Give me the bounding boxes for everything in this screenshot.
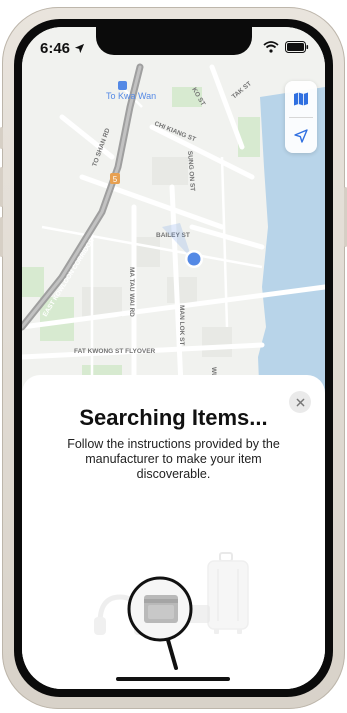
map-icon <box>294 92 308 106</box>
location-arrow-icon <box>74 43 85 54</box>
locate-me-button[interactable] <box>285 118 317 154</box>
map-mode-button[interactable] <box>285 81 317 117</box>
map-controls <box>285 81 317 153</box>
searching-items-sheet: Searching Items... Follow the instructio… <box>22 375 325 689</box>
searching-illustration <box>94 552 249 670</box>
suitcase-icon <box>207 552 249 634</box>
bezel: 5 To Kwa Wan CHI KIANG ST TO SHAN RD EAS… <box>14 19 333 697</box>
home-indicator <box>116 677 230 681</box>
magnifier-icon <box>127 576 193 670</box>
side-button-silent <box>0 127 3 149</box>
notch <box>96 27 252 55</box>
screen: 5 To Kwa Wan CHI KIANG ST TO SHAN RD EAS… <box>22 27 325 689</box>
sheet-title: Searching Items... <box>79 405 268 430</box>
wifi-icon <box>263 41 279 53</box>
status-indicators <box>263 41 309 53</box>
side-button-volume-up <box>0 167 3 207</box>
status-time-text: 6:46 <box>40 40 71 57</box>
side-button-volume-down <box>0 217 3 257</box>
battery-icon <box>285 41 309 53</box>
sheet-description: Follow the instructions provided by the … <box>67 437 280 481</box>
status-time: 6:46 <box>40 40 85 57</box>
wallet-icon <box>144 595 178 623</box>
phone-frame: 5 To Kwa Wan CHI KIANG ST TO SHAN RD EAS… <box>0 7 347 709</box>
location-arrow-icon <box>294 129 308 143</box>
